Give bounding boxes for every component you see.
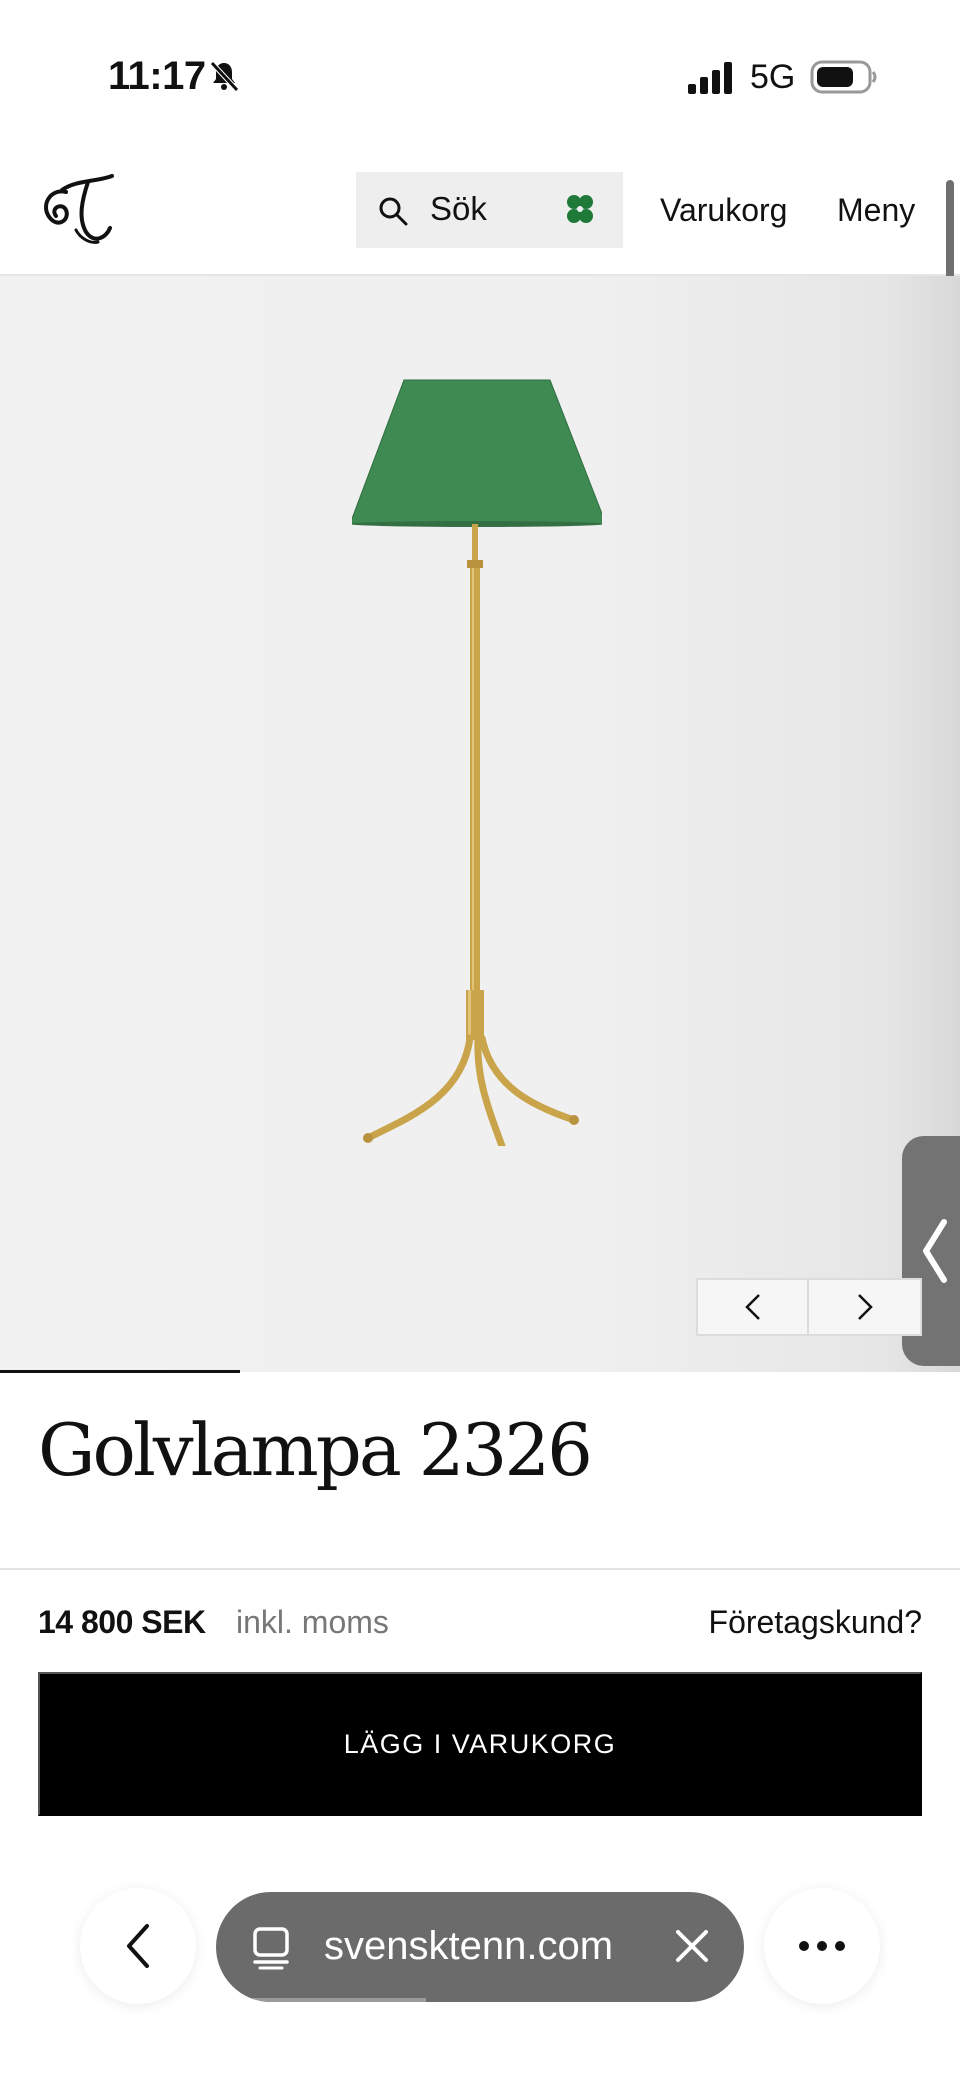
price-vat-note: inkl. moms [236, 1604, 389, 1640]
product-gallery[interactable] [0, 276, 960, 1372]
gallery-nav [696, 1278, 922, 1336]
site-header: Sök Varukorg Meny [0, 150, 960, 276]
bell-muted-icon [210, 61, 239, 92]
browser-toolbar: svensktenn.com [0, 1860, 960, 2087]
product-price: 14 800 SEK [38, 1604, 206, 1640]
tabs-icon [253, 1927, 289, 1970]
battery-icon [810, 60, 877, 94]
close-icon[interactable] [674, 1928, 710, 1964]
chevron-left-icon [744, 1294, 760, 1320]
search-icon [379, 197, 408, 226]
svenskt-tenn-logo[interactable] [36, 172, 118, 250]
more-options-button[interactable] [764, 1888, 880, 2004]
network-type: 5G [750, 58, 796, 96]
search-box[interactable]: Sök [356, 172, 623, 248]
address-bar[interactable]: svensktenn.com [216, 1892, 744, 2002]
cart-link[interactable]: Varukorg [660, 192, 787, 229]
search-label: Sök [430, 190, 487, 227]
browser-back-button[interactable] [80, 1888, 196, 2004]
clover-icon [567, 195, 593, 223]
business-customer-link[interactable]: Företagskund? [709, 1604, 922, 1641]
add-to-cart-button[interactable]: LÄGG I VARUKORG [38, 1672, 922, 1816]
gallery-next-button[interactable] [809, 1278, 922, 1336]
gallery-prev-button[interactable] [696, 1278, 809, 1336]
url-text: svensktenn.com [324, 1924, 614, 1968]
status-time: 11:17 [108, 54, 206, 98]
chevron-left-icon [127, 1924, 149, 1968]
gallery-progress-indicator [0, 1370, 240, 1373]
chevron-left-icon [923, 1219, 947, 1283]
product-image-floor-lamp [352, 379, 602, 1146]
ellipsis-icon [799, 1941, 845, 1951]
menu-link[interactable]: Meny [837, 192, 915, 229]
cellular-signal-icon [688, 62, 732, 94]
divider [0, 1568, 960, 1570]
product-title: Golvlampa 2326 [38, 1408, 593, 1492]
status-bar: 11:17 5G [0, 0, 960, 150]
chevron-right-icon [857, 1294, 873, 1320]
page-load-progress [216, 1998, 426, 2002]
